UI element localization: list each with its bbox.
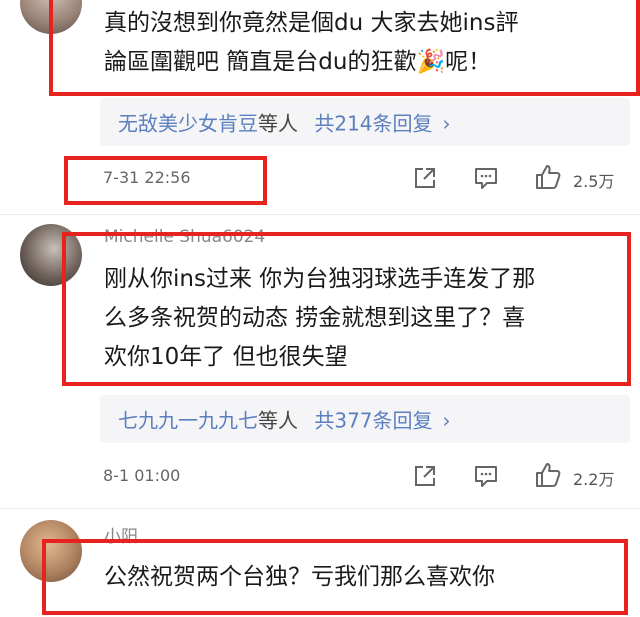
highlight-box [64, 156, 267, 205]
reply-user-names[interactable]: 七九九一九九七 [118, 409, 258, 433]
like-count: 2.5万 [573, 172, 615, 191]
reply-count[interactable]: 共214条回复 [314, 112, 432, 136]
replies-summary[interactable]: 七九九一九九七等人 共377条回复 › [100, 395, 630, 443]
highlight-box [62, 232, 631, 386]
highlight-box [42, 539, 628, 615]
share-icon[interactable] [411, 462, 439, 490]
chevron-right-icon: › [442, 408, 451, 433]
comment-icon[interactable] [472, 164, 500, 192]
highlight-box [49, 0, 640, 96]
reply-user-names[interactable]: 无敌美少女肯豆 [118, 112, 258, 136]
replies-summary[interactable]: 无敌美少女肯豆等人 共214条回复 › [100, 98, 630, 146]
thumbs-up-icon[interactable] [534, 461, 562, 489]
reply-count[interactable]: 共377条回复 [314, 409, 432, 433]
comment-timestamp: 8-1 01:00 [103, 466, 181, 485]
divider [0, 508, 640, 509]
chevron-right-icon: › [442, 111, 451, 136]
share-icon[interactable] [411, 164, 439, 192]
like-count: 2.2万 [573, 470, 615, 489]
thumbs-up-icon[interactable] [534, 163, 562, 191]
comment-icon[interactable] [472, 462, 500, 490]
divider [0, 214, 640, 215]
